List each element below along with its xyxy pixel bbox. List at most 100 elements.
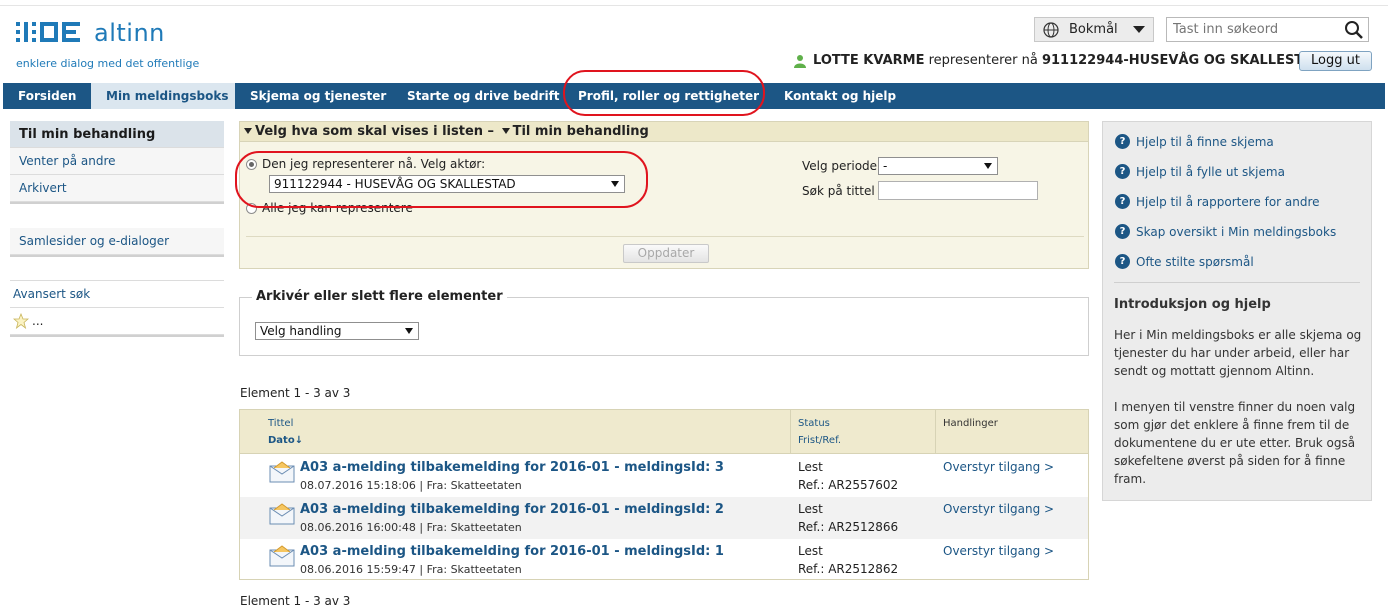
envelope-icon <box>269 503 295 525</box>
help-link-label: Hjelp til å fylle ut skjema <box>1136 164 1285 179</box>
annotation-circle-nav <box>563 70 765 116</box>
message-meta: 08.06.2016 16:00:48 | Fra: Skatteetaten <box>300 521 522 534</box>
search-input[interactable] <box>1167 18 1337 41</box>
sidebar-item-til-min-behandling[interactable]: Til min behandling <box>10 121 224 148</box>
favorites-label: ... <box>32 313 44 328</box>
envelope-icon <box>269 461 295 483</box>
star-icon <box>13 313 29 329</box>
column-divider <box>790 410 791 454</box>
collapse-triangle-icon <box>244 128 252 134</box>
message-meta: 08.06.2016 15:59:47 | Fra: Skatteetaten <box>300 563 522 576</box>
header-date[interactable]: Dato↓ <box>268 435 303 446</box>
intro-paragraph-1: Her i Min meldingsboks er alle skjema og… <box>1114 328 1362 378</box>
title-search-label: Søk på tittel <box>802 184 875 198</box>
annotation-circle-actor <box>235 151 648 208</box>
dropdown-arrow-icon <box>984 163 992 169</box>
altinn-logo[interactable]: altinn <box>16 18 165 48</box>
search-box <box>1166 17 1369 42</box>
collapse-triangle-icon <box>501 128 510 134</box>
help-link-finne-skjema[interactable]: ? Hjelp til å finne skjema <box>1115 134 1274 149</box>
help-link-label: Skap oversikt i Min meldingsboks <box>1136 224 1337 239</box>
nav-kontakt-og-hjelp[interactable]: Kontakt og hjelp <box>769 83 896 109</box>
message-title-link[interactable]: A03 a-melding tilbakemelding for 2016-01… <box>300 502 724 517</box>
help-icon: ? <box>1115 134 1130 149</box>
help-link-skap-oversikt[interactable]: ? Skap oversikt i Min meldingsboks <box>1115 224 1336 239</box>
help-icon: ? <box>1115 194 1130 209</box>
logo-wordmark: altinn <box>94 19 165 47</box>
help-icon: ? <box>1115 254 1130 269</box>
help-link-label: Hjelp til å finne skjema <box>1136 134 1274 149</box>
sidebar-item-samlesider[interactable]: Samlesider og e-dialoger <box>10 228 224 255</box>
table-row: A03 a-melding tilbakemelding for 2016-01… <box>240 455 1088 497</box>
intro-heading: Introduksjon og hjelp <box>1114 297 1271 312</box>
user-name: LOTTE KVARME <box>813 53 925 68</box>
message-meta: 08.07.2016 15:18:06 | Fra: Skatteetaten <box>300 479 522 492</box>
organization-name: 911122944-HUSEVÅG OG SKALLESTAD <box>1041 53 1324 68</box>
help-icon: ? <box>1115 224 1130 239</box>
nav-min-meldingsboks[interactable]: Min meldingsboks <box>91 83 235 109</box>
language-label: Bokmål <box>1069 22 1118 37</box>
update-button[interactable]: Oppdater <box>623 244 709 263</box>
table-row: A03 a-melding tilbakemelding for 2016-01… <box>240 539 1088 581</box>
envelope-icon <box>269 545 295 567</box>
period-select[interactable]: - <box>878 157 998 175</box>
element-count-top: Element 1 - 3 av 3 <box>240 386 351 400</box>
header-title[interactable]: Tittel <box>268 418 293 429</box>
message-title-link[interactable]: A03 a-melding tilbakemelding for 2016-01… <box>300 460 724 475</box>
message-status: Lest <box>798 502 823 516</box>
help-link-faq[interactable]: ? Ofte stilte spørsmål <box>1115 254 1254 269</box>
override-access-link[interactable]: Overstyr tilgang > <box>943 544 1054 558</box>
override-access-link[interactable]: Overstyr tilgang > <box>943 502 1054 516</box>
message-ref: Ref.: AR2557602 <box>798 478 899 492</box>
divider <box>1114 282 1360 283</box>
filter-heading-suffix: Til min behandling <box>512 124 649 139</box>
top-border <box>0 0 1388 6</box>
logout-button[interactable]: Logg ut <box>1299 51 1372 71</box>
globe-icon <box>1043 21 1059 38</box>
column-divider <box>935 410 936 454</box>
divider <box>246 236 1084 237</box>
message-ref: Ref.: AR2512866 <box>798 520 899 534</box>
sidebar-item-avansert-sok[interactable]: Avansert søk <box>10 281 224 308</box>
help-sidebar: ? Hjelp til å finne skjema ? Hjelp til å f… <box>1102 121 1372 501</box>
header-actions: Handlinger <box>943 418 998 429</box>
filter-heading-prefix: Velg hva som skal vises i listen – <box>255 124 495 139</box>
filter-panel-heading[interactable]: Velg hva som skal vises i listen – Til m… <box>240 122 1088 142</box>
sidebar-item-venter-pa-andre[interactable]: Venter på andre <box>10 148 224 175</box>
language-selector[interactable]: Bokmål <box>1034 17 1154 42</box>
header-deadline[interactable]: Frist/Ref. <box>798 435 841 446</box>
nav-skjema-og-tjenester[interactable]: Skjema og tjenester <box>235 83 392 109</box>
sidebar-mailbox-menu: Til min behandling Venter på andre Arkiv… <box>10 121 224 204</box>
nav-forsiden[interactable]: Forsiden <box>3 83 91 109</box>
represents-text: representerer nå <box>928 53 1038 68</box>
table-row: A03 a-melding tilbakemelding for 2016-01… <box>240 497 1088 539</box>
header-status[interactable]: Status <box>798 418 830 429</box>
nav-starte-og-drive-bedrift[interactable]: Starte og drive bedrift <box>392 83 563 109</box>
bulk-action-select[interactable]: Velg handling <box>255 322 419 340</box>
chevron-down-icon <box>1133 26 1145 33</box>
sidebar-item-arkivert[interactable]: Arkivert <box>10 175 224 202</box>
element-count-bottom: Element 1 - 3 av 3 <box>240 594 351 608</box>
dropdown-arrow-icon <box>405 328 413 334</box>
help-link-fylle-ut-skjema[interactable]: ? Hjelp til å fylle ut skjema <box>1115 164 1285 179</box>
message-status: Lest <box>798 544 823 558</box>
help-link-rapportere-for-andre[interactable]: ? Hjelp til å rapportere for andre <box>1115 194 1320 209</box>
message-ref: Ref.: AR2512862 <box>798 562 899 576</box>
bulk-action-value: Velg handling <box>260 324 342 338</box>
help-icon: ? <box>1115 164 1130 179</box>
message-status: Lest <box>798 460 823 474</box>
period-select-value: - <box>883 159 888 173</box>
table-header: Tittel Dato↓ Status Frist/Ref. Handlinge… <box>240 410 1088 454</box>
title-search-input[interactable] <box>878 181 1038 200</box>
message-title-link[interactable]: A03 a-melding tilbakemelding for 2016-01… <box>300 544 724 559</box>
search-icon[interactable] <box>1344 20 1364 40</box>
period-label: Velg periode <box>802 159 878 173</box>
sidebar-collections: Samlesider og e-dialoger <box>10 228 224 257</box>
override-access-link[interactable]: Overstyr tilgang > <box>943 460 1054 474</box>
logo-tagline: enklere dialog med det offentlige <box>16 57 200 70</box>
help-link-label: Ofte stilte spørsmål <box>1136 254 1254 269</box>
sidebar-favorites[interactable]: ... <box>10 308 224 335</box>
intro-paragraph-2: I menyen til venstre finner du noen valg… <box>1114 400 1356 486</box>
help-link-label: Hjelp til å rapportere for andre <box>1136 194 1320 209</box>
user-icon <box>794 54 806 68</box>
